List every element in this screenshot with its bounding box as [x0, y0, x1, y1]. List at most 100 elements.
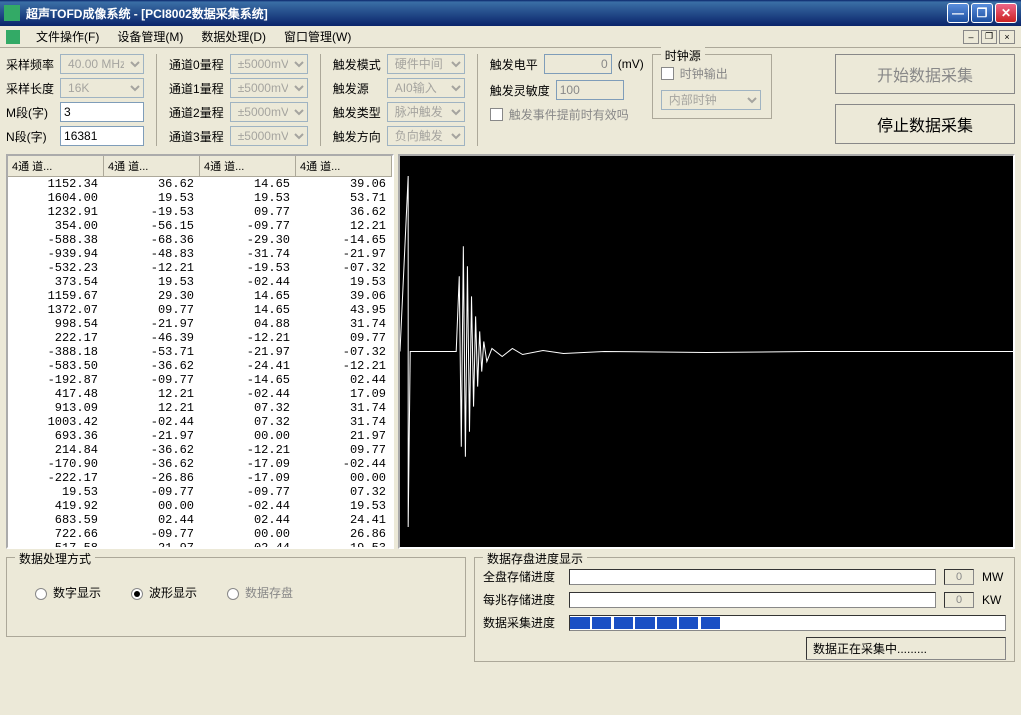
ch2-label: 通道2量程 — [169, 104, 224, 121]
start-acquire-button[interactable]: 开始数据采集 — [835, 54, 1015, 94]
ch3-select[interactable]: ±5000mV — [230, 126, 308, 146]
trig-src-select[interactable]: AI0输入 — [387, 78, 465, 98]
table-row[interactable]: 222.17-46.39-12.2109.77 — [8, 331, 392, 345]
trig-pre-checkbox[interactable] — [490, 108, 503, 121]
table-cell: -02.44 — [104, 415, 200, 429]
table-cell: 1152.34 — [8, 177, 104, 191]
table-row[interactable]: -222.17-26.86-17.0900.00 — [8, 471, 392, 485]
col-header-1[interactable]: 4通 道... — [104, 156, 200, 176]
table-row[interactable]: -532.23-12.21-19.53-07.32 — [8, 261, 392, 275]
table-row[interactable]: 1604.0019.5319.5353.71 — [8, 191, 392, 205]
table-row[interactable]: 419.9200.00-02.4419.53 — [8, 499, 392, 513]
table-row[interactable]: -192.87-09.77-14.6502.44 — [8, 373, 392, 387]
ch0-select[interactable]: ±5000mV — [230, 54, 308, 74]
table-cell: -192.87 — [8, 373, 104, 387]
col-header-0[interactable]: 4通 道... — [8, 156, 104, 176]
mseg-input[interactable] — [60, 102, 144, 122]
table-row[interactable]: 693.36-21.9700.0021.97 — [8, 429, 392, 443]
table-cell: -31.74 — [200, 247, 296, 261]
table-row[interactable]: 417.4812.21-02.4417.09 — [8, 387, 392, 401]
table-row[interactable]: 683.5902.4402.4424.41 — [8, 513, 392, 527]
menu-bar: 文件操作(F) 设备管理(M) 数据处理(D) 窗口管理(W) – ❐ × — [0, 26, 1021, 48]
table-row[interactable]: 722.66-09.7700.0026.86 — [8, 527, 392, 541]
mdi-restore[interactable]: ❐ — [981, 30, 997, 44]
table-cell: -09.77 — [200, 219, 296, 233]
radio-waveform[interactable]: 波形显示 — [131, 584, 197, 601]
mdi-close[interactable]: × — [999, 30, 1015, 44]
ch2-select[interactable]: ±5000mV — [230, 102, 308, 122]
table-cell: 419.92 — [8, 499, 104, 513]
clock-internal-select[interactable]: 内部时钟 — [661, 90, 761, 110]
table-cell: -21.97 — [296, 247, 392, 261]
table-row[interactable]: 1152.3436.6214.6539.06 — [8, 177, 392, 191]
trig-mode-select[interactable]: 硬件中间 — [387, 54, 465, 74]
table-row[interactable]: -583.50-36.62-24.41-12.21 — [8, 359, 392, 373]
table-row[interactable]: 1232.91-19.5309.7736.62 — [8, 205, 392, 219]
table-cell: -68.36 — [104, 233, 200, 247]
stop-acquire-button[interactable]: 停止数据采集 — [835, 104, 1015, 144]
table-cell: 913.09 — [8, 401, 104, 415]
table-row[interactable]: -939.94-48.83-31.74-21.97 — [8, 247, 392, 261]
minimize-button[interactable]: — — [947, 3, 969, 23]
mseg-label: M段(字) — [6, 104, 54, 121]
table-row[interactable]: 913.0912.2107.3231.74 — [8, 401, 392, 415]
menu-file[interactable]: 文件操作(F) — [28, 26, 107, 47]
trig-sens-input[interactable] — [556, 80, 624, 100]
table-row[interactable]: -388.18-53.71-21.97-07.32 — [8, 345, 392, 359]
table-cell: 36.62 — [296, 205, 392, 219]
table-cell: -583.50 — [8, 359, 104, 373]
col-header-3[interactable]: 4通 道... — [296, 156, 392, 176]
table-cell: 19.53 — [104, 275, 200, 289]
window-title: 超声TOFD成像系统 - [PCI8002数据采集系统] — [26, 5, 947, 22]
table-cell: 1372.07 — [8, 303, 104, 317]
table-cell: 19.53 — [8, 485, 104, 499]
trig-level-input[interactable] — [544, 54, 612, 74]
table-row[interactable]: 19.53-09.77-09.7707.32 — [8, 485, 392, 499]
sample-len-label: 采样长度 — [6, 80, 54, 97]
radio-save[interactable]: 数据存盘 — [227, 584, 293, 601]
radio-digital[interactable]: 数字显示 — [35, 584, 101, 601]
clock-ext-checkbox[interactable] — [661, 67, 674, 80]
ch1-select[interactable]: ±5000mV — [230, 78, 308, 98]
nseg-input[interactable] — [60, 126, 144, 146]
table-cell: 02.44 — [104, 513, 200, 527]
table-cell: -36.62 — [104, 443, 200, 457]
trig-dir-select[interactable]: 负向触发 — [387, 126, 465, 146]
table-row[interactable]: 1003.42-02.4407.3231.74 — [8, 415, 392, 429]
table-cell: 09.77 — [104, 303, 200, 317]
table-cell: 07.32 — [200, 415, 296, 429]
table-cell: 09.77 — [296, 443, 392, 457]
prog-mb-val: 0 — [944, 592, 974, 608]
mdi-minimize[interactable]: – — [963, 30, 979, 44]
table-cell: -12.21 — [200, 443, 296, 457]
table-cell: -170.90 — [8, 457, 104, 471]
table-row[interactable]: 354.00-56.15-09.7712.21 — [8, 219, 392, 233]
col-header-2[interactable]: 4通 道... — [200, 156, 296, 176]
menu-device[interactable]: 设备管理(M) — [109, 26, 191, 47]
mdi-icon — [6, 30, 20, 44]
menu-window[interactable]: 窗口管理(W) — [276, 26, 359, 47]
sample-rate-select[interactable]: 40.00 MHz — [60, 54, 144, 74]
table-cell: 29.30 — [104, 289, 200, 303]
status-text: 数据正在采集中......... — [806, 637, 1006, 660]
table-row[interactable]: 998.54-21.9704.8831.74 — [8, 317, 392, 331]
table-cell: 43.95 — [296, 303, 392, 317]
table-row[interactable]: 517.58-21.97-02.4419.53 — [8, 541, 392, 549]
table-cell: 00.00 — [296, 471, 392, 485]
prog-mb-unit: KW — [982, 593, 1006, 607]
table-row[interactable]: 373.5419.53-02.4419.53 — [8, 275, 392, 289]
table-cell: 214.84 — [8, 443, 104, 457]
table-row[interactable]: -588.38-68.36-29.30-14.65 — [8, 233, 392, 247]
table-row[interactable]: 1372.0709.7714.6543.95 — [8, 303, 392, 317]
table-row[interactable]: -170.90-36.62-17.09-02.44 — [8, 457, 392, 471]
table-body[interactable]: 1152.3436.6214.6539.061604.0019.5319.535… — [8, 177, 392, 549]
table-cell: 1159.67 — [8, 289, 104, 303]
table-cell: 417.48 — [8, 387, 104, 401]
trig-type-select[interactable]: 脉冲触发 — [387, 102, 465, 122]
table-row[interactable]: 214.84-36.62-12.2109.77 — [8, 443, 392, 457]
maximize-button[interactable]: ❐ — [971, 3, 993, 23]
close-button[interactable]: ✕ — [995, 3, 1017, 23]
table-row[interactable]: 1159.6729.3014.6539.06 — [8, 289, 392, 303]
sample-len-select[interactable]: 16K — [60, 78, 144, 98]
menu-data[interactable]: 数据处理(D) — [193, 26, 274, 47]
